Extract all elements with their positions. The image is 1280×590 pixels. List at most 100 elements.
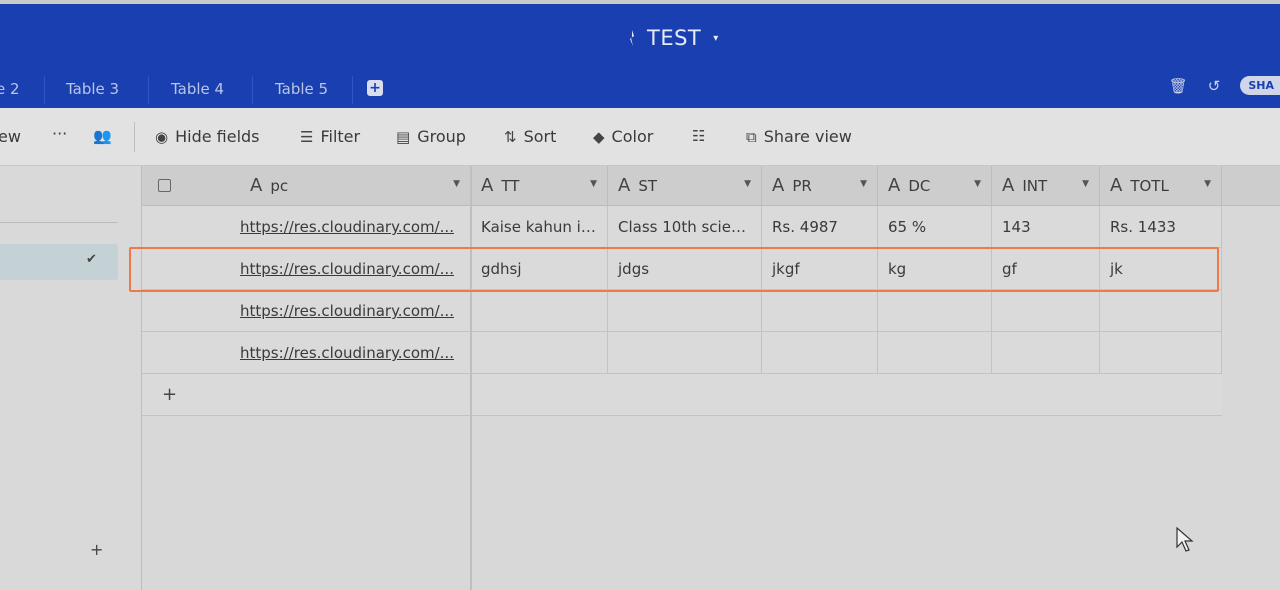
tab-table-2[interactable]: e 2 — [0, 80, 20, 98]
data-grid: A pc ▼ A TT ▼ A ST ▼ A PR ▼ A DC ▼ A INT… — [142, 166, 1280, 590]
column-header-tt: TT — [501, 176, 520, 195]
select-all-checkbox[interactable] — [158, 179, 171, 192]
header-tt[interactable]: A TT ▼ — [471, 166, 608, 206]
header-int[interactable]: A INT ▼ — [992, 166, 1100, 206]
hide-fields-button[interactable]: ◉ Hide fields — [155, 127, 260, 146]
column-header-st: ST — [638, 176, 658, 195]
collaborators-button[interactable]: 👥 — [93, 127, 112, 145]
eye-slash-icon: ◉ — [155, 127, 169, 146]
share-view-label: Share view — [763, 127, 852, 146]
column-header-dc: DC — [908, 176, 931, 195]
sort-button[interactable]: ⇅ Sort — [504, 127, 556, 146]
text-field-icon: A — [888, 175, 901, 196]
base-title-text: TEST — [647, 26, 702, 50]
header-pr[interactable]: A PR ▼ — [762, 166, 878, 206]
primary-column-divider — [470, 166, 472, 590]
column-menu-icon[interactable]: ▼ — [860, 179, 867, 189]
sort-icon: ⇅ — [504, 127, 517, 146]
group-icon: ▤ — [396, 127, 411, 146]
cell-dc[interactable] — [878, 332, 992, 374]
share-view-icon: ⧉ — [746, 127, 757, 146]
cell-pc-link[interactable]: https://res.cloudinary.com/... — [142, 332, 471, 374]
views-label: ew — [0, 127, 21, 146]
color-label: Color — [611, 127, 654, 146]
header-dc[interactable]: A DC ▼ — [878, 166, 992, 206]
views-toggle[interactable]: ew — [0, 127, 21, 146]
column-menu-icon[interactable]: ▼ — [1082, 179, 1089, 189]
add-record-row[interactable]: + — [142, 374, 1222, 416]
cell-dc[interactable]: 65 % — [878, 206, 992, 248]
people-icon: 👥 — [93, 127, 112, 145]
trash-icon[interactable]: 🗑 — [1169, 77, 1188, 95]
group-label: Group — [417, 127, 466, 146]
base-logo-icon — [630, 30, 634, 46]
cell-int[interactable] — [992, 290, 1100, 332]
column-menu-icon[interactable]: ▼ — [974, 179, 981, 189]
filter-icon: ☰ — [300, 127, 314, 146]
title-caret-icon[interactable]: ▾ — [713, 33, 719, 44]
base-title[interactable]: TEST ▾ — [627, 26, 719, 50]
share-button[interactable]: SHA — [1240, 76, 1280, 95]
sidebar-item-active-view[interactable] — [0, 244, 118, 280]
cell-totl[interactable]: Rs. 1433 — [1100, 206, 1222, 248]
column-menu-icon[interactable]: ▼ — [453, 179, 460, 189]
column-menu-icon[interactable]: ▼ — [744, 179, 751, 189]
cell-st[interactable]: jdgs — [608, 248, 762, 290]
mouse-cursor-icon — [1176, 527, 1194, 552]
add-field-button[interactable] — [1222, 166, 1280, 206]
cell-totl[interactable] — [1100, 332, 1222, 374]
add-record-icon[interactable]: + — [162, 384, 177, 405]
cell-pr[interactable] — [762, 332, 878, 374]
cell-st[interactable]: Class 10th scien... — [608, 206, 762, 248]
views-sidebar: ✔ + — [0, 166, 142, 590]
cell-pc-link[interactable]: https://res.cloudinary.com/... — [142, 248, 471, 290]
column-header-int: INT — [1022, 176, 1048, 195]
tab-table-5[interactable]: Table 5 — [275, 80, 328, 98]
cell-st[interactable] — [608, 290, 762, 332]
color-button[interactable]: ◆ Color — [593, 127, 653, 146]
tab-separator — [252, 76, 253, 104]
toolbar-divider — [134, 122, 135, 152]
column-menu-icon[interactable]: ▼ — [590, 179, 597, 189]
cell-totl[interactable]: jk — [1100, 248, 1222, 290]
cell-dc[interactable] — [878, 290, 992, 332]
cell-pr[interactable]: jkgf — [762, 248, 878, 290]
row-height-button[interactable]: ☷ — [692, 127, 705, 145]
header-st[interactable]: A ST ▼ — [608, 166, 762, 206]
share-view-button[interactable]: ⧉ Share view — [746, 127, 852, 146]
filter-button[interactable]: ☰ Filter — [300, 127, 360, 146]
column-menu-icon[interactable]: ▼ — [1204, 179, 1211, 189]
cell-tt[interactable] — [471, 332, 608, 374]
cell-int[interactable]: gf — [992, 248, 1100, 290]
text-field-icon: A — [618, 175, 631, 196]
cell-dc[interactable]: kg — [878, 248, 992, 290]
text-field-icon: A — [1002, 175, 1015, 196]
tab-table-4[interactable]: Table 4 — [171, 80, 224, 98]
more-icon: ··· — [52, 124, 68, 143]
cell-tt[interactable]: Kaise kahun is... — [471, 206, 608, 248]
cell-tt[interactable]: gdhsj — [471, 248, 608, 290]
history-icon[interactable]: ↺ — [1208, 77, 1221, 95]
cell-pc-link[interactable]: https://res.cloudinary.com/... — [142, 290, 471, 332]
row-height-icon: ☷ — [692, 127, 706, 145]
cell-tt[interactable] — [471, 290, 608, 332]
cell-int[interactable] — [992, 332, 1100, 374]
hide-fields-label: Hide fields — [175, 127, 260, 146]
add-table-button[interactable]: + — [367, 80, 383, 96]
cell-pr[interactable] — [762, 290, 878, 332]
cell-pr[interactable]: Rs. 4987 — [762, 206, 878, 248]
tab-table-3[interactable]: Table 3 — [66, 80, 119, 98]
more-options-button[interactable]: ··· — [52, 124, 67, 143]
add-view-button[interactable]: + — [90, 540, 103, 559]
group-button[interactable]: ▤ Group — [396, 127, 466, 146]
header-totl[interactable]: A TOTL ▼ — [1100, 166, 1222, 206]
cell-st[interactable] — [608, 332, 762, 374]
tab-separator — [148, 76, 149, 104]
text-field-icon: A — [1110, 175, 1123, 196]
cell-pc-link[interactable]: https://res.cloudinary.com/... — [142, 206, 471, 248]
cell-int[interactable]: 143 — [992, 206, 1100, 248]
sidebar-divider — [0, 222, 118, 223]
cell-totl[interactable] — [1100, 290, 1222, 332]
column-header-pc[interactable]: pc — [270, 177, 288, 195]
table-tabs-bar: e 2 Table 3 Table 4 Table 5 + 🗑 ↺ SHA — [0, 70, 1280, 108]
